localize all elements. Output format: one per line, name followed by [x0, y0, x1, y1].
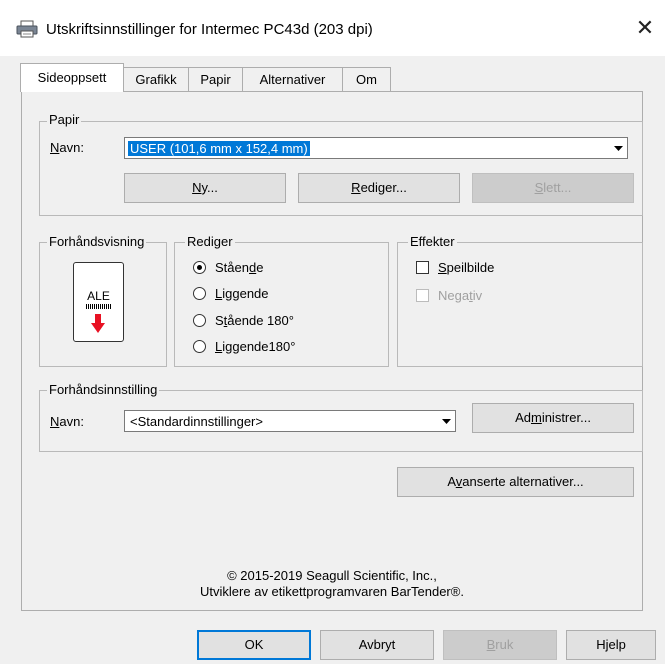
copyright-line-1: © 2015-2019 Seagull Scientific, Inc., — [227, 568, 437, 583]
papir-name-label: Navn: — [50, 140, 84, 155]
cancel-button[interactable]: Avbryt — [320, 630, 434, 660]
orientation-group-title: Rediger — [185, 234, 235, 249]
orientation-label-portrait[interactable]: Stående — [215, 260, 263, 275]
printer-icon — [16, 20, 38, 38]
advanced-options-button[interactable]: Avanserte alternativer... — [397, 467, 634, 497]
delete-paper-button[interactable]: Slett... — [472, 173, 634, 203]
tab-papir[interactable]: Papir — [188, 67, 243, 91]
orientation-label-portrait-180[interactable]: Stående 180° — [215, 313, 294, 328]
preview-thumb-text: ALE — [87, 289, 110, 303]
tab-alternativer[interactable]: Alternativer — [242, 67, 343, 91]
negative-label: Negativ — [438, 288, 483, 303]
edit-paper-button[interactable]: Rediger... — [298, 173, 460, 203]
arrow-down-icon — [91, 314, 105, 333]
orientation-radio-portrait-180[interactable] — [193, 314, 206, 327]
window-title: Utskriftsinnstillinger for Intermec PC43… — [46, 21, 373, 38]
orientation-label-landscape[interactable]: Liggende — [215, 286, 269, 301]
preview-group-title: Forhåndsvisning — [47, 234, 147, 249]
manage-presets-button[interactable]: Administrer... — [472, 403, 634, 433]
chevron-down-icon[interactable] — [438, 412, 454, 430]
orientation-radio-landscape-180[interactable] — [193, 340, 206, 353]
new-paper-button[interactable]: Ny... — [124, 173, 286, 203]
preset-select[interactable]: <Standardinnstillinger> — [124, 410, 456, 432]
barcode-icon — [86, 304, 111, 309]
label-preview-thumbnail: ALE — [73, 262, 124, 342]
effects-group — [397, 242, 643, 367]
mirror-checkbox[interactable] — [416, 261, 429, 274]
copyright-line-2: Utviklere av etikettprogramvaren BarTend… — [200, 584, 464, 599]
negative-checkbox[interactable] — [416, 289, 429, 302]
orientation-radio-portrait[interactable] — [193, 261, 206, 274]
papir-group-title: Papir — [47, 112, 82, 127]
help-button[interactable]: Hjelp — [566, 630, 656, 660]
preset-name-label: Navn: — [50, 414, 84, 429]
chevron-down-icon[interactable] — [610, 139, 626, 157]
tab-om[interactable]: Om — [342, 67, 391, 91]
preset-group-title: Forhåndsinnstilling — [47, 382, 160, 397]
apply-button[interactable]: Bruk — [443, 630, 557, 660]
close-icon[interactable]: ✕ — [633, 16, 657, 40]
paper-name-select[interactable]: USER (101,6 mm x 152,4 mm) — [124, 137, 628, 159]
mirror-label[interactable]: Speilbilde — [438, 260, 494, 275]
tab-sideoppsett[interactable]: Sideoppsett — [20, 63, 124, 92]
ok-button[interactable]: OK — [197, 630, 311, 660]
orientation-radio-landscape[interactable] — [193, 287, 206, 300]
orientation-label-landscape-180[interactable]: Liggende180° — [215, 339, 295, 354]
tab-grafikk[interactable]: Grafikk — [123, 67, 189, 91]
effects-group-title: Effekter — [408, 234, 457, 249]
